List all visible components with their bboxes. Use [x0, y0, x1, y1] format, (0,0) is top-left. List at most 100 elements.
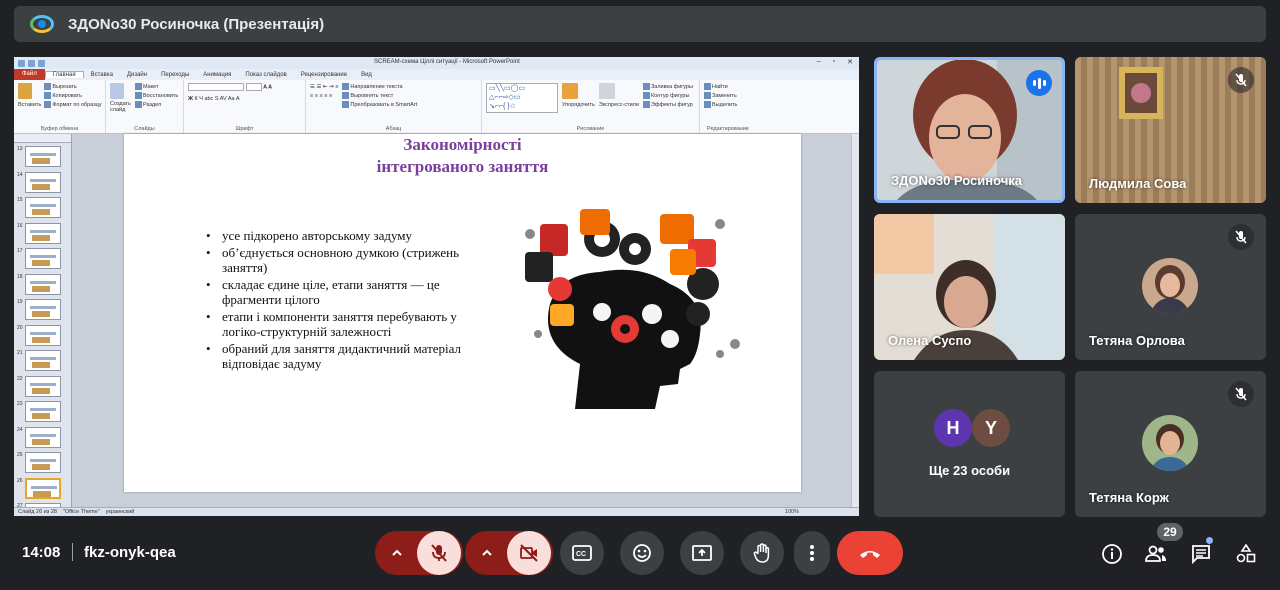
slide-thumbnail[interactable]: 16 — [17, 222, 71, 245]
chat-icon — [1192, 545, 1210, 564]
tab-file[interactable]: Файл — [14, 69, 45, 80]
camera-toggle-button[interactable] — [507, 531, 551, 575]
participant-tile-presenter[interactable]: ЗДОNo30 Росиночка — [874, 57, 1065, 203]
list-buttons[interactable]: ☰ ☰ ⇤ ⇥ ≡ — [310, 83, 338, 92]
slide-thumbnail-preview — [25, 375, 61, 397]
quick-access-toolbar[interactable] — [18, 59, 45, 67]
more-participants-tile[interactable]: H Y Ще 23 особи — [874, 371, 1065, 517]
more-options-button[interactable] — [794, 531, 830, 575]
ppt-statusbar: Слайд 26 из 28 "Office Theme" украинский… — [14, 507, 859, 516]
smartart-button[interactable]: Преобразовать в SmartArt — [342, 101, 417, 110]
people-button[interactable] — [1142, 540, 1170, 568]
zoom-level[interactable]: 100% — [785, 509, 799, 515]
leave-call-button[interactable] — [837, 531, 903, 575]
present-screen-button[interactable] — [680, 531, 724, 575]
slide-thumbnail[interactable]: 26 — [17, 477, 71, 500]
tab-view[interactable]: Вид — [354, 72, 379, 78]
align-text-button[interactable]: Выровнять текст — [342, 92, 417, 101]
mic-toggle-button[interactable] — [417, 531, 461, 575]
copy-icon — [44, 92, 52, 100]
shapes-gallery[interactable]: ▭╲╲▭◯▭ △⌐⌐⇨◇▭ ↘⌐⌐{ }☆ — [486, 83, 558, 113]
font-format-buttons[interactable]: Ж К Ч abc S AV Aa A — [188, 95, 301, 104]
shared-screen-powerpoint: SCREAM-схема Ціллі ситуації - Microsoft … — [14, 57, 859, 516]
paste-button[interactable]: Вставить — [18, 83, 41, 110]
group-label: Слайды — [134, 126, 155, 132]
video-options-button[interactable] — [467, 547, 507, 559]
presentation-title: ЗДОNo30 Росиночка (Презентація) — [68, 15, 325, 33]
tab-review[interactable]: Рецензирование — [294, 72, 354, 78]
current-slide: Закономірності інтегрованого заняття усе… — [124, 134, 801, 492]
tab-transitions[interactable]: Переходы — [154, 72, 196, 78]
slide-thumbnail-preview — [25, 350, 61, 371]
reactions-button[interactable] — [620, 531, 664, 575]
group-label: Редактирование — [707, 126, 749, 132]
slide-thumbnail[interactable]: 25 — [17, 452, 71, 474]
new-slide-button[interactable]: Создать слайд — [110, 83, 132, 113]
ppt-titlebar: SCREAM-схема Ціллі ситуації - Microsoft … — [14, 57, 859, 69]
cut-button[interactable]: Вырезать — [44, 83, 101, 92]
slide-thumbnail[interactable]: 15 — [17, 197, 71, 219]
language: украинский — [105, 509, 135, 515]
tab-design[interactable]: Дизайн — [120, 72, 154, 78]
slide-thumbnail-number: 15 — [17, 197, 23, 203]
captions-button[interactable]: CC — [560, 531, 604, 575]
participant-tile[interactable]: Тетяна Орлова — [1075, 214, 1266, 360]
slide-thumbnail[interactable]: 18 — [17, 273, 71, 296]
format-painter-button[interactable]: Формат по образцу — [44, 101, 102, 110]
find-button[interactable]: Найти — [704, 83, 752, 92]
ribbon-group-slides: Создать слайд Макет Восстановить Раздел … — [106, 80, 184, 133]
window-controls[interactable]: – ▫ ✕ — [817, 58, 853, 66]
slide-thumbnails-pane[interactable]: 13141516171819202122232425262728 — [14, 134, 72, 516]
quick-styles-button[interactable]: Экспресс-стили — [598, 83, 639, 113]
meeting-details-button[interactable] — [1098, 540, 1126, 568]
slide-thumbnail[interactable]: 19 — [17, 299, 71, 321]
outline-icon — [642, 92, 650, 100]
slide-thumbnail[interactable]: 24 — [17, 426, 71, 449]
tab-slideshow[interactable]: Показ слайдов — [238, 72, 293, 78]
meeting-title-bar: ЗДОNo30 Росиночка (Презентація) — [14, 6, 1266, 42]
chat-button[interactable] — [1187, 540, 1215, 568]
text-direction-button[interactable]: Направление текста — [342, 83, 417, 92]
minimize-icon[interactable]: – — [817, 58, 821, 66]
shape-effects-button[interactable]: Эффекты фигур — [642, 101, 693, 110]
reset-button[interactable]: Восстановить — [135, 92, 178, 101]
group-label: Рисование — [576, 126, 605, 132]
tab-home[interactable]: Главная — [44, 71, 84, 78]
slide-thumbnail[interactable]: 14 — [17, 171, 71, 194]
layout-button[interactable]: Макет — [135, 83, 178, 92]
more-participants-avatars: H Y — [934, 409, 1010, 447]
participant-tile[interactable]: Тетяна Корж — [1075, 371, 1266, 517]
slide-thumbnail[interactable]: 21 — [17, 350, 71, 372]
close-icon[interactable]: ✕ — [847, 58, 853, 66]
maximize-icon[interactable]: ▫ — [833, 58, 835, 66]
section-button[interactable]: Раздел — [135, 101, 178, 110]
meeting-code: fkz-onyk-qea — [84, 544, 176, 561]
shape-outline-button[interactable]: Контур фигуры — [642, 92, 693, 101]
slide-thumbnail[interactable]: 20 — [17, 324, 71, 347]
participant-tile[interactable]: Олена Суспо — [874, 214, 1065, 360]
shape-fill-button[interactable]: Заливка фигуры — [642, 83, 693, 92]
font-name-field[interactable] — [188, 83, 244, 91]
slide-thumbnail-preview — [25, 171, 61, 193]
arrange-button[interactable]: Упорядочить — [562, 83, 595, 113]
select-button[interactable]: Выделить — [704, 101, 752, 110]
avatar-initial: Y — [972, 409, 1010, 447]
vertical-scrollbar[interactable] — [851, 134, 859, 507]
tab-animations[interactable]: Анимация — [196, 72, 238, 78]
slide-thumbnail[interactable]: 13 — [17, 146, 71, 168]
slide-thumbnail[interactable]: 17 — [17, 248, 71, 270]
slide-thumbnail[interactable]: 23 — [17, 401, 71, 423]
audio-options-button[interactable] — [377, 547, 417, 559]
participant-tile[interactable]: Людмила Сова — [1075, 57, 1266, 203]
font-size-field[interactable] — [245, 83, 262, 91]
avatar — [1142, 258, 1198, 314]
slide-thumbnail[interactable]: 22 — [17, 375, 71, 398]
hand-icon — [753, 543, 770, 563]
raise-hand-button[interactable] — [740, 531, 784, 575]
align-buttons[interactable]: ≡ ≡ ≡ ≡ ≡ — [310, 92, 338, 101]
replace-button[interactable]: Заменить — [704, 92, 752, 101]
activities-button[interactable] — [1232, 540, 1260, 568]
people-icon — [1145, 545, 1166, 562]
copy-button[interactable]: Копировать — [44, 92, 101, 101]
tab-insert[interactable]: Вставка — [84, 72, 120, 78]
